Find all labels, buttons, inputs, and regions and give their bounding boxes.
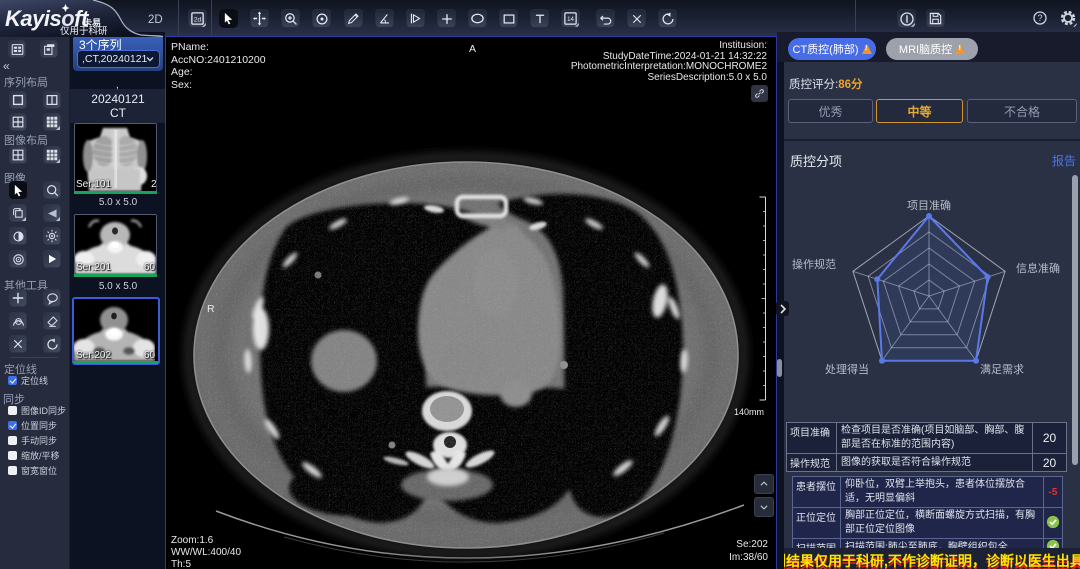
svg-text:信息准确: 信息准确 (1016, 261, 1060, 275)
svg-text:14: 14 (567, 16, 574, 23)
svg-text:操作规范: 操作规范 (792, 257, 836, 271)
svg-text:处理得当: 处理得当 (825, 362, 869, 376)
svg-text:满足需求: 满足需求 (980, 363, 1024, 376)
svg-text:?: ? (1037, 13, 1042, 23)
svg-text:项目准确: 项目准确 (907, 199, 951, 212)
svg-text:仅用于科研: 仅用于科研 (60, 25, 108, 37)
